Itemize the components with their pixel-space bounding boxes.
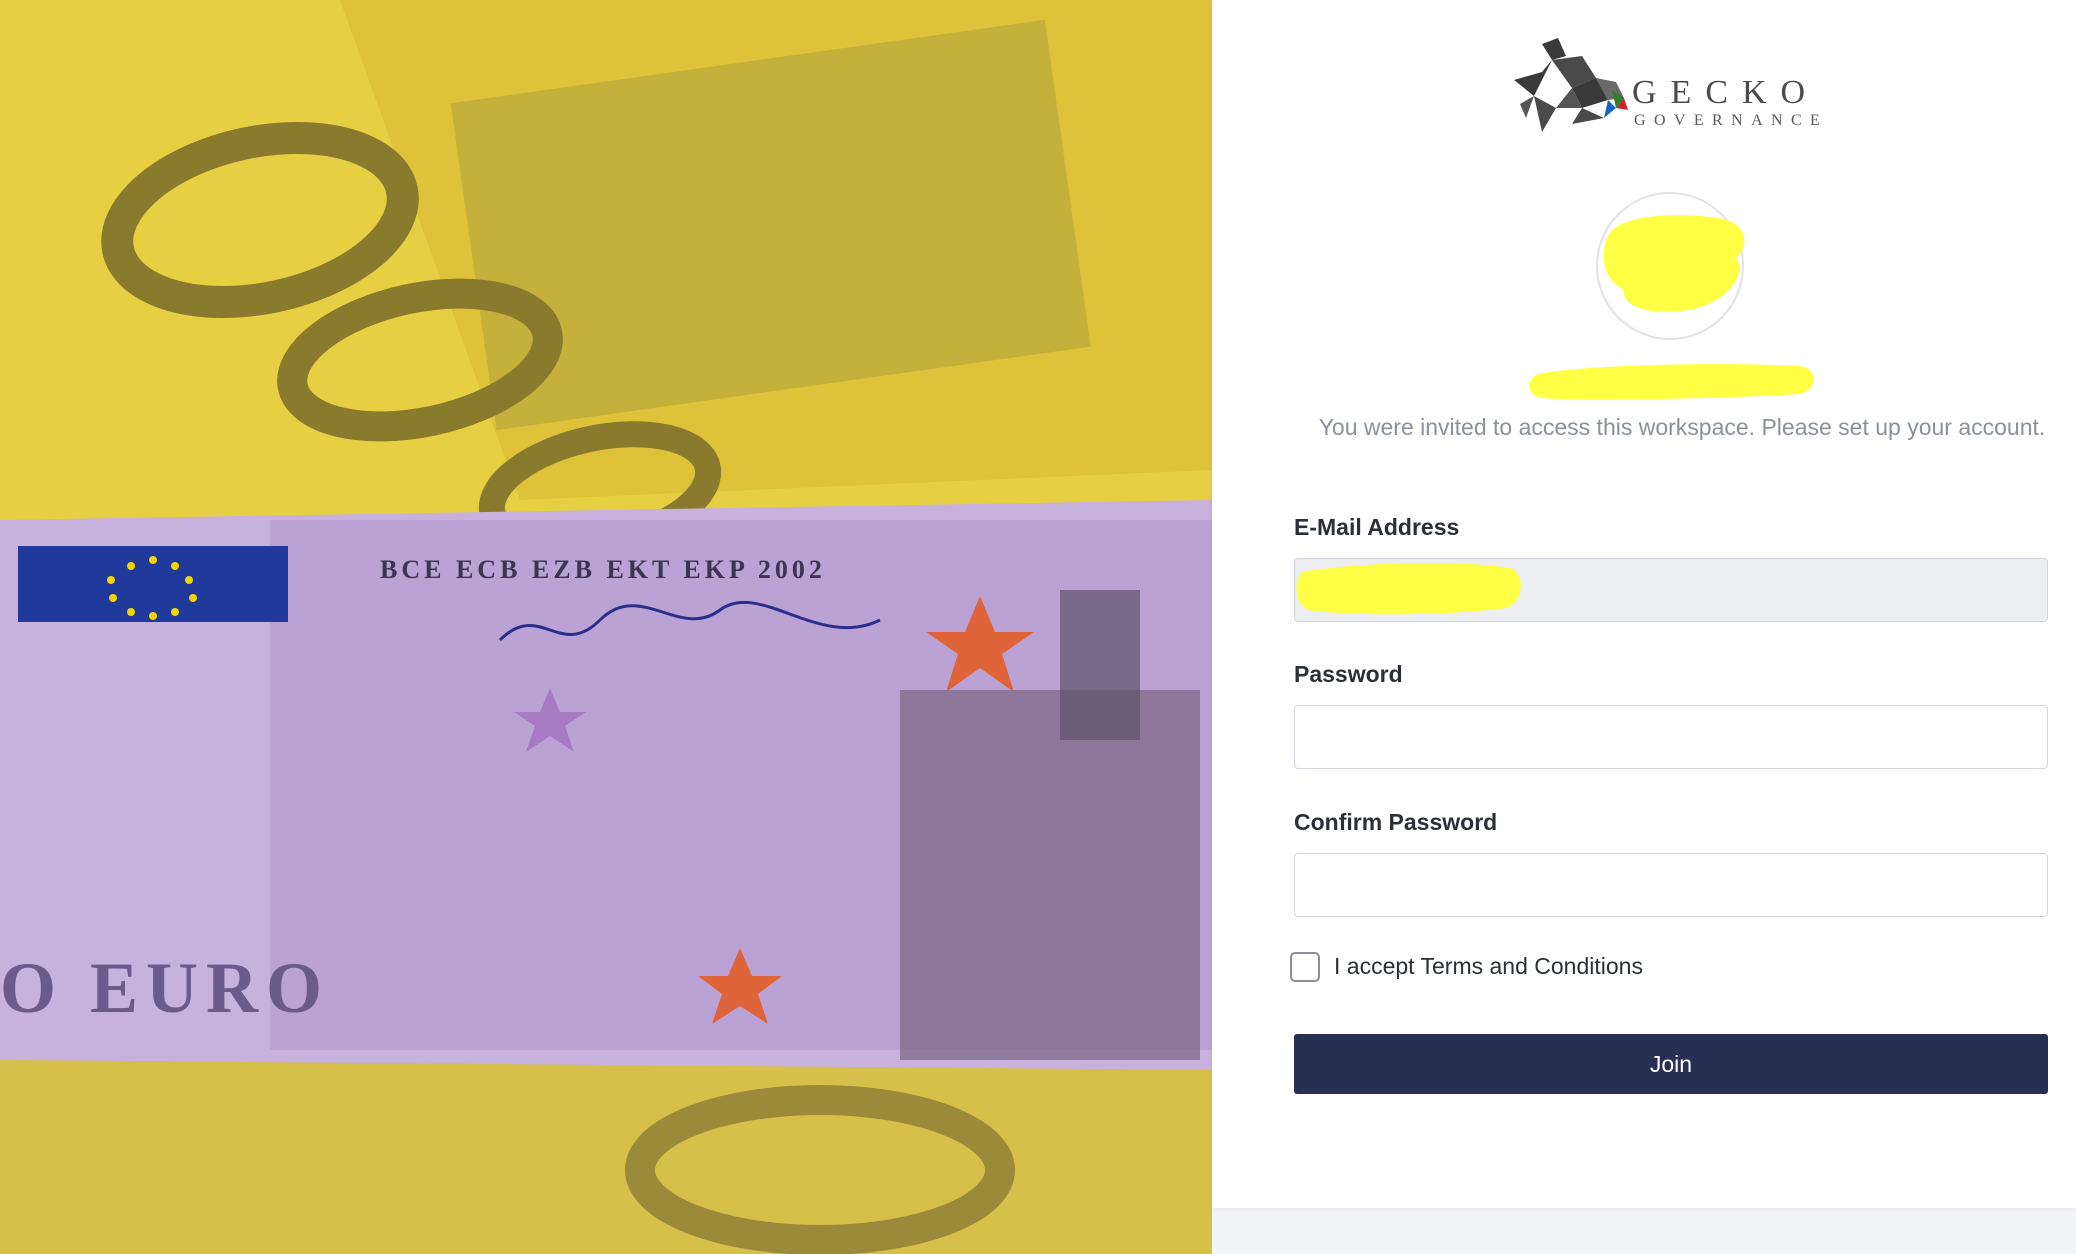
email-redaction-mark — [1296, 563, 1521, 615]
invite-signup-page: BCE ECB EZB EKT EKP 2002 O EURO GECKO GO… — [0, 0, 2076, 1254]
password-label: Password — [1294, 661, 1403, 687]
svg-text:O EURO: O EURO — [0, 948, 330, 1028]
terms-label[interactable]: I accept Terms and Conditions — [1334, 953, 1643, 980]
hero-banknotes-image: BCE ECB EZB EKT EKP 2002 O EURO — [0, 0, 1212, 1254]
confirm-password-field[interactable] — [1294, 853, 2048, 917]
confirm-password-label: Confirm Password — [1294, 809, 1498, 835]
terms-checkbox[interactable] — [1290, 952, 1320, 982]
avatar-redaction-mark — [1603, 215, 1745, 312]
workspace-name-redaction-mark — [1529, 364, 1814, 400]
invite-message: You were invited to access this workspac… — [1318, 414, 2046, 440]
signup-panel: GECKO GOVERNANCE You were invited to acc… — [1212, 0, 2076, 1208]
brand-tagline: GOVERNANCE — [1634, 112, 1829, 129]
banknotes-illustration: BCE ECB EZB EKT EKP 2002 O EURO — [0, 0, 1212, 1254]
join-button[interactable]: Join — [1294, 1034, 2048, 1094]
password-field[interactable] — [1294, 705, 2048, 769]
svg-text:BCE ECB EZB EKT EKP 2002: BCE ECB EZB EKT EKP 2002 — [380, 555, 826, 584]
brand-logo: GECKO GOVERNANCE — [1512, 38, 1852, 138]
gecko-logo-icon — [1514, 38, 1628, 132]
email-label: E-Mail Address — [1294, 514, 1460, 540]
brand-name: GECKO — [1632, 74, 1820, 111]
